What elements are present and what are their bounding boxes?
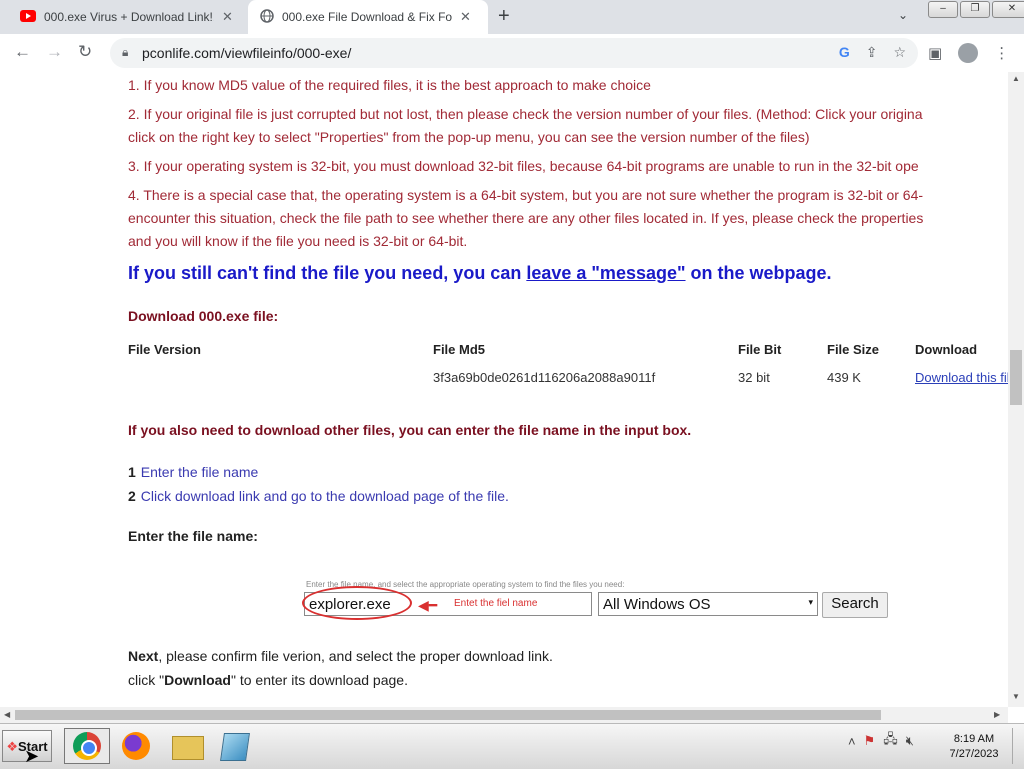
restore-icon[interactable]: ❐ — [960, 1, 990, 18]
network-icon[interactable]: 🖧︎ — [883, 730, 898, 752]
browser-toolbar: ← → ↻ 🔒︎ pconlife.com/viewfileinfo/000-e… — [0, 34, 1024, 73]
tip-line: 2. If your original file is just corrupt… — [128, 106, 923, 122]
cell-bit: 32 bit — [738, 370, 770, 385]
list-item: 1 Enter the file name — [128, 464, 259, 480]
minimize-icon[interactable]: – — [928, 1, 958, 18]
col-header-version: File Version — [128, 342, 201, 357]
bookmark-star-icon[interactable]: ☆ — [893, 44, 906, 61]
leave-message-link[interactable]: leave a "message" — [526, 263, 685, 283]
vertical-scrollbar[interactable]: ▲ ▼ — [1008, 72, 1024, 707]
back-icon[interactable]: ← — [14, 42, 31, 62]
system-clock[interactable]: 8:19 AM 7/27/2023 — [944, 732, 1004, 762]
share-icon[interactable]: ⇪ — [866, 44, 878, 61]
tip-line: and you will know if the file you need i… — [128, 233, 468, 249]
profile-avatar-icon[interactable] — [958, 43, 979, 63]
list-item: 2 Click download link and go to the downl… — [128, 488, 509, 504]
annotation-ellipse — [302, 586, 412, 620]
horizontal-scroll-thumb[interactable] — [15, 710, 881, 720]
scroll-left-icon[interactable]: ◀ — [4, 710, 10, 719]
windows-logo-icon: ❖ — [6, 739, 19, 754]
action-center-flag-icon[interactable]: ⚑ — [864, 733, 876, 749]
tab-search-chevron-icon[interactable]: ⌄ — [898, 8, 908, 22]
help-headline: If you still can't find the file you nee… — [128, 263, 832, 283]
taskbar-firefox-icon[interactable] — [114, 728, 160, 764]
download-file-link[interactable]: Download this file — [915, 370, 1008, 385]
tip-line: 4. There is a special case that, the ope… — [128, 187, 924, 203]
close-window-icon[interactable]: ✕ — [992, 1, 1024, 18]
tab-close-icon[interactable]: ✕ — [222, 9, 233, 25]
scroll-down-icon[interactable]: ▼ — [1012, 692, 1020, 701]
new-tab-button[interactable]: + — [498, 5, 510, 28]
tip-line: 1. If you know MD5 value of the required… — [128, 77, 651, 93]
tip-line: click on the right key to select "Proper… — [128, 129, 810, 145]
menu-kebab-icon[interactable]: ⋮ — [994, 44, 1009, 62]
page-content: 1. If you know MD5 value of the required… — [128, 72, 1008, 692]
annotation-text: Entet the fiel name — [454, 598, 538, 609]
file-table: File Version File Md5 File Bit File Size… — [128, 334, 1008, 394]
horizontal-scrollbar[interactable]: ◀ ▶ — [0, 707, 1008, 723]
col-header-md5: File Md5 — [433, 342, 486, 357]
tab-strip: 000.exe Virus + Download Link!!! ✕ 000.e… — [0, 0, 1024, 34]
google-lens-icon[interactable]: G — [839, 44, 850, 61]
mouse-cursor-icon: ➤ — [24, 746, 40, 766]
next-instructions: Next, please confirm file verion, and se… — [128, 648, 553, 688]
cell-md5: 3f3a69b0de0261d116206a2088a9011f — [433, 370, 656, 385]
scroll-up-icon[interactable]: ▲ — [1012, 74, 1020, 83]
globe-icon — [260, 8, 274, 26]
taskbar-explorer-folder-icon[interactable] — [164, 728, 210, 764]
volume-muted-icon[interactable]: 🔇︎ — [906, 733, 914, 749]
tip-line: encounter this situation, check the file… — [128, 210, 924, 226]
system-tray: ˄ ⚑ 🖧︎ 🔇︎ — [848, 730, 914, 752]
taskbar-chrome-icon[interactable] — [64, 728, 110, 764]
scroll-right-icon[interactable]: ▶ — [994, 710, 1000, 719]
taskbar-app-icon[interactable] — [212, 728, 258, 764]
col-header-size: File Size — [827, 342, 880, 357]
col-header-download: Download — [915, 342, 978, 357]
vertical-scroll-thumb[interactable] — [1010, 350, 1022, 405]
address-bar[interactable]: 🔒︎ pconlife.com/viewfileinfo/000-exe/ G … — [110, 38, 918, 68]
url-text[interactable]: pconlife.com/viewfileinfo/000-exe/ — [142, 45, 351, 61]
web-page: 1. If you know MD5 value of the required… — [0, 72, 1008, 707]
tray-expand-icon[interactable]: ˄ — [848, 734, 856, 749]
cell-size: 439 K — [827, 370, 861, 385]
tab-close-icon[interactable]: ✕ — [460, 9, 471, 25]
reload-icon[interactable]: ↻ — [78, 42, 92, 62]
enter-file-label: Enter the file name: — [128, 528, 258, 544]
tab-pconlife[interactable]: 000.exe File Download & Fix For ✕ — [248, 0, 488, 34]
steps-list: 1 Enter the file name 2 Click download lin… — [128, 460, 1008, 508]
os-select[interactable]: All Windows OS ▾ — [598, 592, 818, 616]
col-header-bit: File Bit — [738, 342, 782, 357]
download-heading: Download 000.exe file: — [128, 308, 279, 324]
forward-icon[interactable]: → — [46, 42, 63, 62]
tip-line: 3. If your operating system is 32-bit, y… — [128, 158, 919, 174]
tab-youtube[interactable]: 000.exe Virus + Download Link!!! ✕ — [8, 0, 246, 34]
youtube-icon — [20, 9, 36, 25]
window-controls: – ❐ ✕ — [928, 1, 1024, 18]
taskbar: ❖Start ˄ ⚑ 🖧︎ 🔇︎ 8:19 AM 7/27/2023 — [0, 723, 1024, 769]
annotation-arrow-icon: ◀━ — [418, 597, 438, 613]
lock-icon[interactable]: 🔒︎ — [122, 45, 128, 60]
file-search-form: Enter the file name, and select the appr… — [128, 550, 1008, 630]
show-desktop-button[interactable] — [1012, 728, 1021, 764]
tab-title: 000.exe File Download & Fix For — [282, 10, 452, 24]
search-button[interactable]: Search — [822, 592, 888, 618]
other-files-heading: If you also need to download other files… — [128, 422, 692, 438]
dropdown-arrow-icon: ▾ — [808, 597, 813, 607]
side-panel-icon[interactable]: ▣ — [928, 44, 942, 62]
tab-title: 000.exe Virus + Download Link!!! — [44, 10, 214, 24]
